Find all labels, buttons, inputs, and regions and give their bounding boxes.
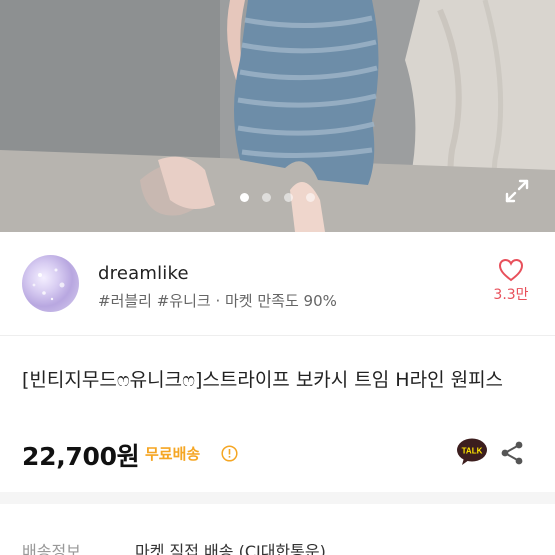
carousel-dot[interactable] (262, 193, 271, 202)
seller-name[interactable]: dreamlike (98, 263, 189, 284)
carousel-dot[interactable] (306, 193, 315, 202)
like-button[interactable]: 3.3만 (486, 258, 536, 304)
shipping-info-value: 마켓 직접 배송 (CJ대한통운) (135, 542, 326, 555)
share-icon[interactable] (500, 440, 524, 466)
avatar-glitter-icon (32, 268, 65, 301)
seller-avatar[interactable] (22, 255, 79, 312)
heart-icon[interactable] (498, 258, 524, 282)
product-price: 22,700원 (22, 442, 140, 471)
shipping-info-label: 배송정보 (22, 542, 81, 555)
seller-profile[interactable]: dreamlike #러블리 #유니크 · 마켓 만족도 90% 3.3만 (0, 232, 555, 336)
section-divider (0, 492, 555, 504)
like-count: 3.3만 (493, 287, 529, 303)
carousel-dot-active[interactable] (240, 193, 249, 202)
svg-text:TALK: TALK (462, 447, 483, 456)
carousel-dot[interactable] (284, 193, 293, 202)
info-icon[interactable] (221, 445, 238, 462)
product-image-carousel[interactable] (0, 0, 555, 232)
expand-icon[interactable] (503, 177, 531, 205)
kakaotalk-icon[interactable]: TALK (456, 437, 488, 467)
product-title: [빈티지무드ෆ유니크ෆ]스트라이프 보카시 트임 H라인 원피스 (22, 369, 504, 391)
free-shipping-badge: 무료배송 (145, 445, 201, 463)
seller-tags: #러블리 #유니크 · 마켓 만족도 90% (98, 292, 337, 310)
carousel-indicator (0, 193, 555, 202)
